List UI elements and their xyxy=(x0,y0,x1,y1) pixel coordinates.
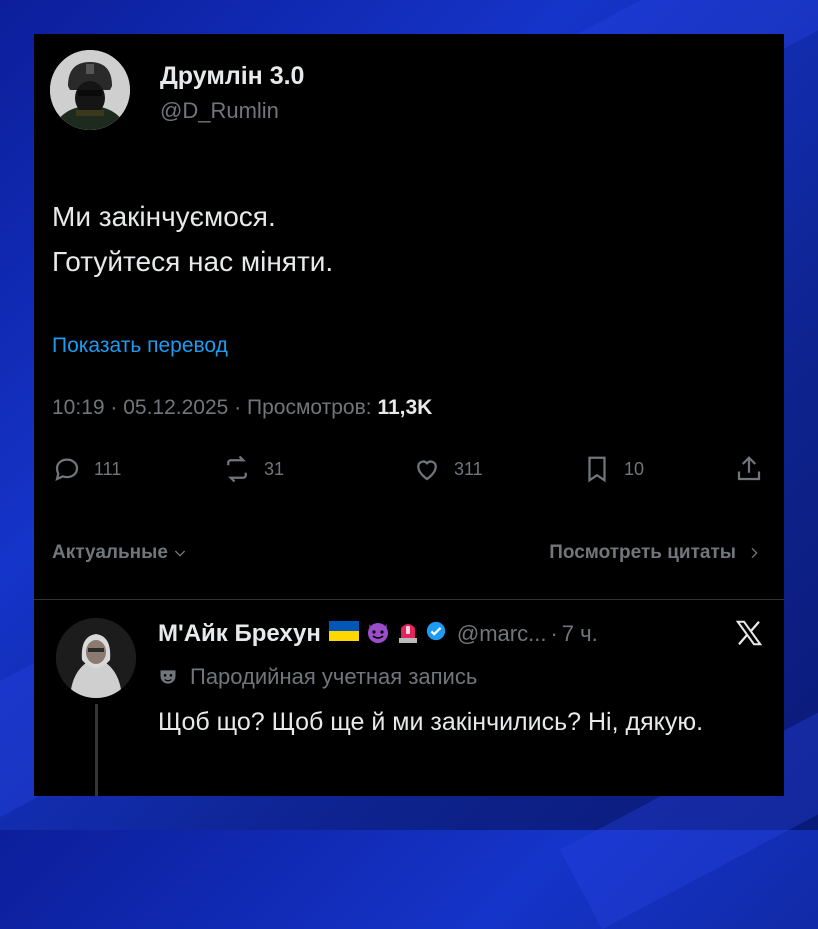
like-count: 311 xyxy=(454,458,483,479)
author-name[interactable]: Друмлін 3.0 xyxy=(160,62,304,91)
tweet-meta: 10:19 · 05.12.2025 · Просмотров: 11,3K xyxy=(52,396,433,419)
thread-line xyxy=(95,704,98,796)
siren-emoji-icon xyxy=(397,618,419,649)
tweet-body: Ми закінчуємося. Готуйтеся нас міняти. xyxy=(52,194,333,284)
share-icon xyxy=(737,456,761,481)
ukraine-flag-icon xyxy=(328,621,359,646)
repost-icon xyxy=(227,455,247,483)
divider xyxy=(34,599,784,600)
x-logo-icon xyxy=(734,618,764,656)
parody-text: Пародийная учетная запись xyxy=(190,664,478,689)
share-button[interactable] xyxy=(734,454,764,489)
reply-button[interactable]: 111 xyxy=(52,454,121,484)
action-bar: 111 31 311 10 xyxy=(52,454,768,494)
repost-button[interactable]: 31 xyxy=(222,454,284,484)
bookmark-button[interactable]: 10 xyxy=(582,454,644,484)
like-icon xyxy=(417,460,437,481)
reply-count: 111 xyxy=(94,458,122,479)
tweet-date[interactable]: 05.12.2025 xyxy=(123,396,228,419)
bookmark-count: 10 xyxy=(624,458,645,479)
reply-body: Щоб що? Щоб ще й ми закінчились? Ні, дяк… xyxy=(158,708,704,736)
devil-emoji-icon xyxy=(365,618,391,649)
reply-time[interactable]: 7 ч. xyxy=(562,621,598,647)
tweet-line: Готуйтеся нас міняти. xyxy=(52,246,334,277)
repost-count: 31 xyxy=(264,458,285,479)
views-count: 11,3K xyxy=(377,396,433,419)
bookmark-icon xyxy=(588,456,606,483)
views-label: Просмотров: xyxy=(247,396,372,419)
reply-author-avatar[interactable] xyxy=(56,618,136,698)
tweet-time[interactable]: 10:19 xyxy=(52,396,105,419)
chevron-right-icon xyxy=(751,547,758,559)
show-translation-link[interactable]: Показать перевод xyxy=(52,334,228,358)
reply-author-name[interactable]: М'Айк Брехун xyxy=(158,620,321,648)
like-button[interactable]: 311 xyxy=(412,454,483,484)
reply-header: М'Айк Брехун @marc... · 7 ч. xyxy=(158,618,598,649)
chevron-down-icon xyxy=(174,550,186,557)
author-avatar[interactable] xyxy=(50,50,130,130)
sort-relevant-dropdown[interactable]: Актуальные xyxy=(52,542,188,564)
verified-badge-icon xyxy=(425,620,447,647)
tweet-line: Ми закінчуємося. xyxy=(52,201,276,232)
view-quotes-link[interactable]: Посмотреть цитаты xyxy=(549,542,762,564)
reply-author-handle[interactable]: @marc... xyxy=(457,621,547,647)
parody-label: Пародийная учетная запись xyxy=(158,664,477,690)
reply-icon xyxy=(55,458,79,481)
sort-label: Актуальные xyxy=(52,542,168,563)
author-handle[interactable]: @D_Rumlin xyxy=(160,98,279,124)
view-quotes-label: Посмотреть цитаты xyxy=(549,542,736,563)
parody-mask-icon xyxy=(160,670,176,684)
tweet-card: Друмлін 3.0 @D_Rumlin Ми закінчуємося. Г… xyxy=(34,34,784,796)
